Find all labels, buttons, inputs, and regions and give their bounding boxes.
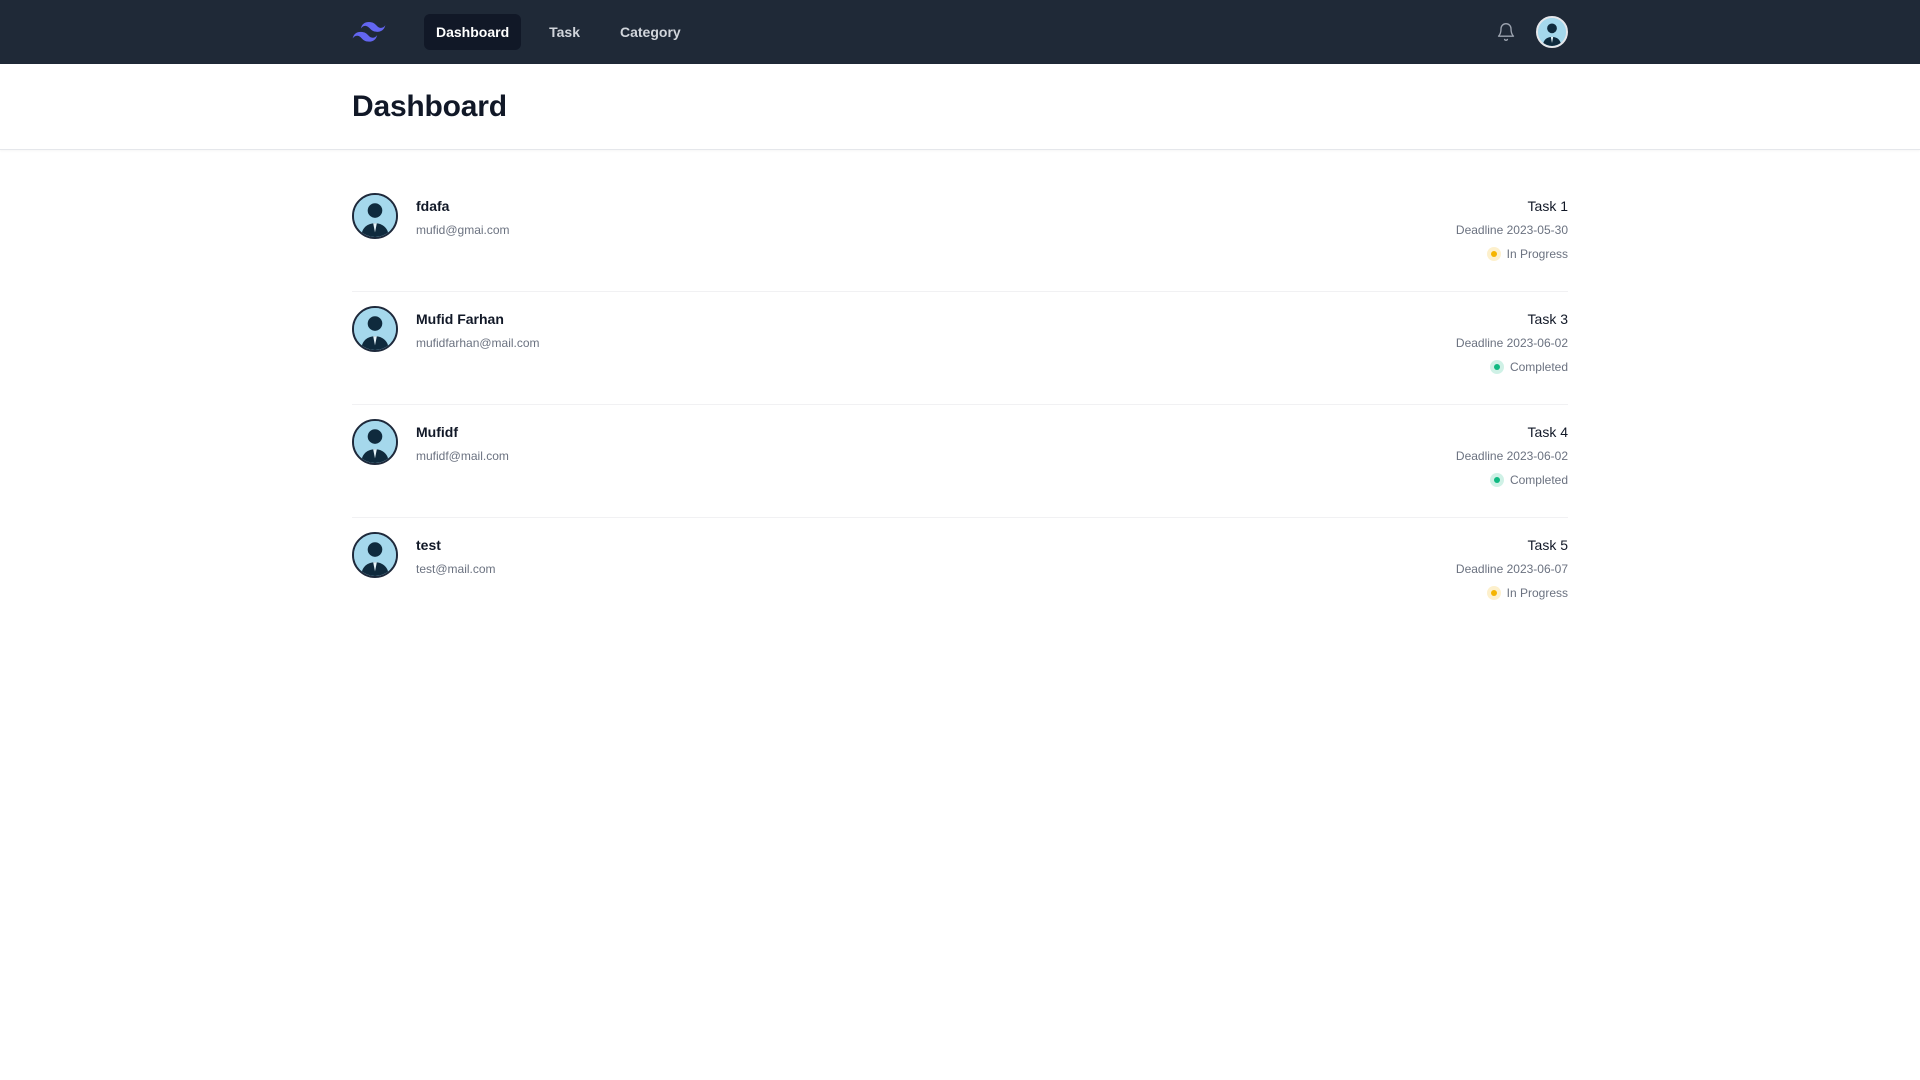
task-info: Task 4 Deadline 2023-06-02 Completed xyxy=(1456,419,1568,488)
page-header: Dashboard xyxy=(0,64,1920,150)
task-deadline: Deadline 2023-06-07 xyxy=(1455,562,1568,576)
bell-icon[interactable] xyxy=(1494,20,1518,44)
avatar xyxy=(352,193,398,239)
person-name: Mufid Farhan xyxy=(416,311,504,327)
status-text: In Progress xyxy=(1506,586,1568,600)
navbar-right xyxy=(1494,16,1568,48)
status-badge: Completed xyxy=(1456,472,1568,488)
avatar xyxy=(352,419,398,465)
person-email: mufid@gmai.com xyxy=(416,223,510,237)
list-item[interactable]: test test@mail.com Task 5 Deadline 2023-… xyxy=(352,518,1568,631)
avatar xyxy=(352,306,398,352)
nav-link-category[interactable]: Category xyxy=(608,14,693,50)
task-info: Task 5 Deadline 2023-06-07 In Progress xyxy=(1456,532,1568,601)
task-name: Task 5 xyxy=(1527,537,1568,553)
person-email: mufidfarhan@mail.com xyxy=(416,336,540,350)
person-info: fdafa mufid@gmai.com xyxy=(416,193,510,238)
task-list: fdafa mufid@gmai.com Task 1 Deadline 202… xyxy=(352,179,1568,631)
person-email: test@mail.com xyxy=(416,562,496,576)
task-name: Task 1 xyxy=(1527,198,1568,214)
list-item[interactable]: Mufidf mufidf@mail.com Task 4 Deadline 2… xyxy=(352,405,1568,518)
list-item[interactable]: fdafa mufid@gmai.com Task 1 Deadline 202… xyxy=(352,179,1568,292)
nav-link-task[interactable]: Task xyxy=(537,14,592,50)
task-name: Task 4 xyxy=(1527,424,1568,440)
task-info: Task 1 Deadline 2023-05-30 In Progress xyxy=(1456,193,1568,262)
person-info: Mufidf mufidf@mail.com xyxy=(416,419,509,464)
status-text: In Progress xyxy=(1506,247,1568,261)
task-info: Task 3 Deadline 2023-06-02 Completed xyxy=(1456,306,1568,375)
status-dot-icon xyxy=(1486,586,1501,600)
status-dot-icon xyxy=(1489,360,1504,374)
nav-link-dashboard[interactable]: Dashboard xyxy=(424,14,522,50)
status-badge: In Progress xyxy=(1456,585,1568,601)
task-name: Task 3 xyxy=(1527,311,1568,327)
status-text: Completed xyxy=(1509,360,1568,374)
status-text: Completed xyxy=(1509,473,1568,487)
user-avatar[interactable] xyxy=(1536,16,1568,48)
avatar xyxy=(352,532,398,578)
navbar-container: Dashboard Task Category xyxy=(352,0,1568,64)
person-name: fdafa xyxy=(416,198,450,214)
status-badge: Completed xyxy=(1456,359,1568,375)
person-name: test xyxy=(416,537,441,553)
status-dot-icon xyxy=(1486,247,1501,261)
tailwind-logo-icon[interactable] xyxy=(352,21,386,43)
person-info: Mufid Farhan mufidfarhan@mail.com xyxy=(416,306,540,351)
top-navbar: Dashboard Task Category xyxy=(0,0,1920,64)
person-name: Mufidf xyxy=(416,424,458,440)
person-info: test test@mail.com xyxy=(416,532,496,577)
list-item[interactable]: Mufid Farhan mufidfarhan@mail.com Task 3… xyxy=(352,292,1568,405)
person-email: mufidf@mail.com xyxy=(416,449,509,463)
status-badge: In Progress xyxy=(1456,246,1568,262)
status-dot-icon xyxy=(1489,473,1504,487)
task-deadline: Deadline 2023-05-30 xyxy=(1455,223,1568,237)
task-deadline: Deadline 2023-06-02 xyxy=(1455,336,1568,350)
task-deadline: Deadline 2023-06-02 xyxy=(1455,449,1568,463)
page-title: Dashboard xyxy=(352,90,507,123)
